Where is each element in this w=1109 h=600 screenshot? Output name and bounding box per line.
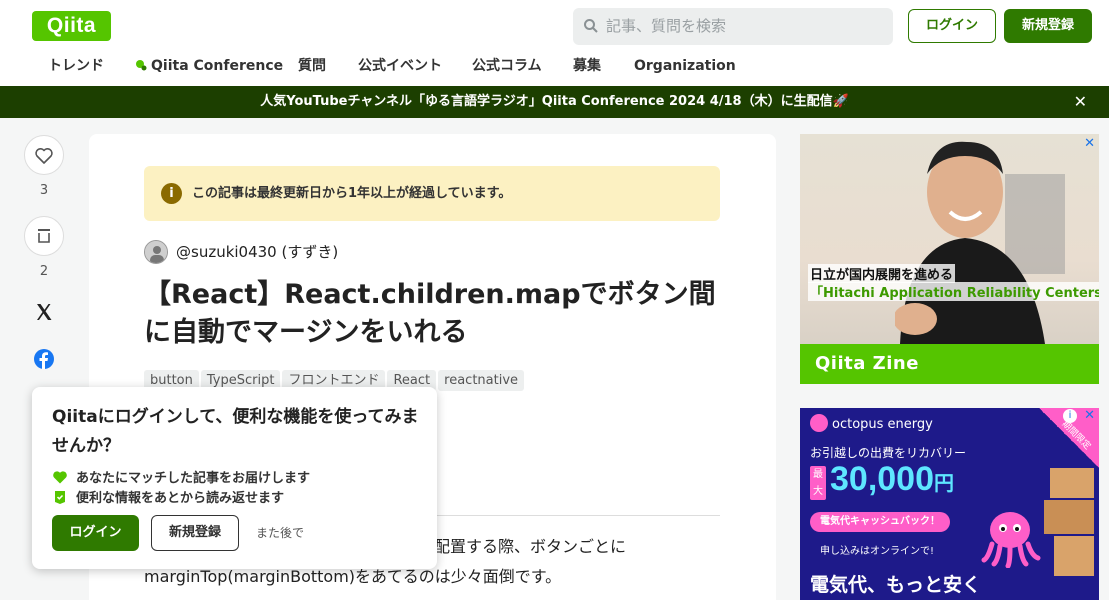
like-count: 3 bbox=[39, 183, 49, 198]
ad2-line3: 電気代、もっと安く bbox=[810, 574, 982, 596]
ad2-cashback-pill: 電気代キャッシュバック！ bbox=[810, 512, 950, 532]
ad1-subline: 「Hitachi Application Reliability Centers… bbox=[808, 282, 1099, 301]
stock-count: 2 bbox=[39, 264, 49, 279]
ad-close-icon[interactable]: ✕ bbox=[1084, 136, 1095, 151]
site-header: Qiita 記事、質問を検索 ログイン 新規登録 トレンド Qiita Conf… bbox=[0, 0, 1109, 86]
octopus-logo-icon bbox=[810, 414, 828, 432]
banner-text[interactable]: 人気YouTubeチャンネル「ゆる言語学ラジオ」Qiita Conference… bbox=[260, 94, 849, 109]
shield-check-icon bbox=[55, 491, 65, 504]
popup-feature-1: あなたにマッチした記事をお届けします bbox=[52, 467, 311, 486]
warning-text: この記事は最終更新日から1年以上が経過しています。 bbox=[192, 186, 512, 201]
nav-conference[interactable]: Qiita Conference bbox=[135, 52, 283, 80]
ad2-badge: 最大 bbox=[810, 466, 826, 500]
nav-trend[interactable]: トレンド bbox=[48, 52, 104, 80]
stock-icon bbox=[38, 229, 50, 243]
ad-hitachi[interactable]: 日立が国内展開を進める 「Hitachi Application Reliabi… bbox=[800, 134, 1099, 384]
author-avatar[interactable] bbox=[144, 240, 168, 264]
popup-login-button[interactable]: ログイン bbox=[52, 515, 139, 551]
ad1-highlight: 「Hitachi Application Reliability Centers… bbox=[810, 286, 1099, 301]
boxes-icon bbox=[1044, 468, 1094, 576]
article-title: 【React】React.children.mapでボタン間に自動でマージンをい… bbox=[144, 279, 716, 348]
person-photo-icon bbox=[895, 141, 1065, 344]
stock-action: 2 bbox=[24, 216, 64, 279]
login-button[interactable]: ログイン bbox=[908, 9, 996, 43]
search-input[interactable]: 記事、質問を検索 bbox=[573, 8, 893, 45]
x-icon[interactable] bbox=[34, 302, 54, 322]
popup-feature-1-text: あなたにマッチした記事をお届けします bbox=[76, 471, 311, 486]
tag-reactnative[interactable]: reactnative bbox=[438, 370, 525, 391]
avatar-image-icon bbox=[145, 241, 167, 263]
outdated-warning: i この記事は最終更新日から1年以上が経過しています。 bbox=[144, 166, 720, 221]
ad1-footer: Qiita Zine bbox=[800, 344, 1099, 384]
popup-signup-button[interactable]: 新規登録 bbox=[151, 515, 239, 551]
signup-button[interactable]: 新規登録 bbox=[1004, 9, 1092, 43]
author-name[interactable]: @suzuki0430 (すずき) bbox=[176, 240, 338, 264]
share-x[interactable] bbox=[24, 300, 64, 326]
popup-title: Qiitaにログインして、便利な機能を使ってみませんか？ bbox=[52, 407, 419, 456]
announcement-banner[interactable]: 人気YouTubeチャンネル「ゆる言語学ラジオ」Qiita Conference… bbox=[0, 86, 1109, 118]
info-icon: i bbox=[161, 183, 182, 204]
ad2-line1: お引越しの出費をリカバリー bbox=[810, 446, 967, 460]
search-placeholder: 記事、質問を検索 bbox=[606, 17, 727, 35]
ad2-amount: 30,000円 bbox=[830, 460, 954, 498]
nav-recruit[interactable]: 募集 bbox=[573, 52, 601, 80]
ad2-brand: octopus energy bbox=[810, 414, 933, 432]
heart-icon bbox=[35, 148, 53, 164]
like-action: 3 bbox=[24, 135, 64, 198]
nav-official-columns[interactable]: 公式コラム bbox=[472, 52, 542, 80]
ad-octopus-energy[interactable]: 期間限定 i ✕ octopus energy お引越しの出費をリカバリー 最大… bbox=[800, 408, 1099, 600]
login-prompt-popup: Qiitaにログインして、便利な機能を使ってみませんか？ あなたにマッチした記事… bbox=[32, 387, 437, 569]
popup-later-link[interactable]: また後で bbox=[256, 515, 304, 551]
ad1-headline: 日立が国内展開を進める bbox=[808, 264, 956, 283]
banner-close-icon[interactable]: ✕ bbox=[1074, 86, 1087, 118]
qiita-logo[interactable]: Qiita bbox=[32, 11, 111, 41]
conference-icon bbox=[136, 60, 147, 71]
facebook-icon[interactable] bbox=[33, 348, 55, 370]
ad-info-icon[interactable]: i bbox=[1063, 409, 1077, 423]
ad2-line2: 申し込みはオンラインで! bbox=[820, 546, 935, 557]
popup-feature-2: 便利な情報をあとから読み返せます bbox=[52, 487, 285, 506]
nav-conference-label: Qiita Conference bbox=[151, 58, 284, 74]
nav-organization[interactable]: Organization bbox=[634, 52, 736, 80]
search-icon bbox=[584, 19, 598, 33]
like-button[interactable] bbox=[24, 135, 64, 175]
ad-close-icon[interactable]: ✕ bbox=[1084, 408, 1095, 423]
popup-feature-2-text: 便利な情報をあとから読み返せます bbox=[76, 491, 285, 506]
nav-official-events[interactable]: 公式イベント bbox=[358, 52, 442, 80]
heart-icon bbox=[53, 471, 67, 484]
share-facebook[interactable] bbox=[24, 348, 64, 374]
stock-button[interactable] bbox=[24, 216, 64, 256]
nav-questions[interactable]: 質問 bbox=[298, 52, 326, 80]
